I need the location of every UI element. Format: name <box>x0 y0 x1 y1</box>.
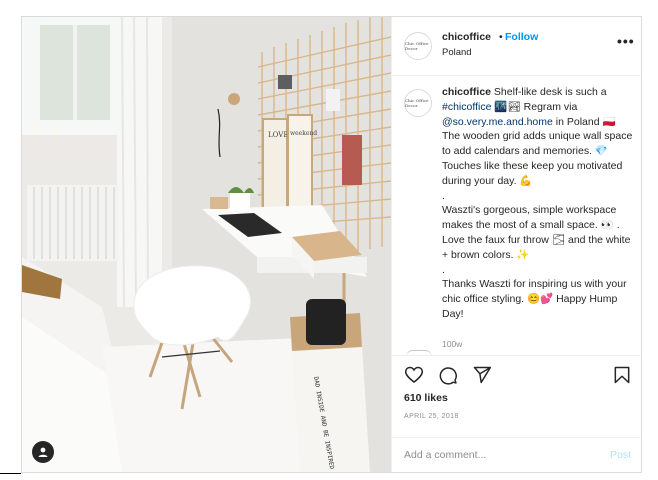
share-icon[interactable] <box>472 365 492 385</box>
more-icon[interactable]: ••• <box>617 33 635 49</box>
bookmark-icon[interactable] <box>612 365 632 385</box>
hashtag-link[interactable]: #chicoffice <box>442 101 491 113</box>
avatar[interactable]: Chic Office Decor <box>404 32 432 60</box>
caption-avatar-text: Chic Office Decor <box>405 98 429 108</box>
page-edge-line <box>0 473 21 474</box>
post-date: APRIL 25, 2018 <box>404 413 459 420</box>
caption-part-1: Shelf-like desk is such a <box>491 86 610 98</box>
post-sidebar: Chic Office Decor chicoffice • Follow Po… <box>391 17 642 472</box>
user-tag-icon <box>38 447 48 457</box>
caption-text: chicoffice Shelf-like desk is such a #ch… <box>442 85 635 322</box>
action-bar <box>392 355 642 388</box>
post-comment-button[interactable]: Post <box>610 449 631 461</box>
comment-icon[interactable] <box>438 365 458 385</box>
header-separator: • <box>499 31 503 43</box>
caption-part-2: 🌃🏞 Regram via <box>491 100 581 113</box>
caption-part-3: in Poland 🇵🇱 The wooden grid adds unique… <box>442 115 633 320</box>
caption-username[interactable]: chicoffice <box>442 86 491 98</box>
header-username[interactable]: chicoffice <box>442 31 491 43</box>
likes-count[interactable]: 610 likes <box>404 392 448 404</box>
workspace-photo: LOVE weekend DAD INSIDE AND BE INSPIRED <box>22 17 391 472</box>
instagram-post: LOVE weekend DAD INSIDE AND BE INSPIRED … <box>21 16 642 473</box>
location-link[interactable]: Poland <box>442 47 472 58</box>
caption-avatar[interactable]: Chic Office Decor <box>404 89 432 117</box>
mention-link[interactable]: @so.very.me.and.home <box>442 116 553 128</box>
heart-icon[interactable] <box>404 365 424 385</box>
frame-text-love: LOVE <box>268 131 288 139</box>
frame-text-weekend: weekend <box>290 130 317 137</box>
comment-bar: Add a comment... Post <box>392 437 642 473</box>
caption-area: Chic Office Decor chicoffice Shelf-like … <box>392 75 642 353</box>
post-header: Chic Office Decor chicoffice • Follow Po… <box>392 17 642 76</box>
follow-button[interactable]: Follow <box>505 31 538 43</box>
avatar-text: Chic Office Decor <box>405 41 429 51</box>
user-tag-button[interactable] <box>32 441 54 463</box>
comment-input[interactable]: Add a comment... <box>404 449 486 461</box>
post-photo[interactable]: LOVE weekend DAD INSIDE AND BE INSPIRED <box>22 17 391 472</box>
caption-time: 100w <box>442 339 463 349</box>
